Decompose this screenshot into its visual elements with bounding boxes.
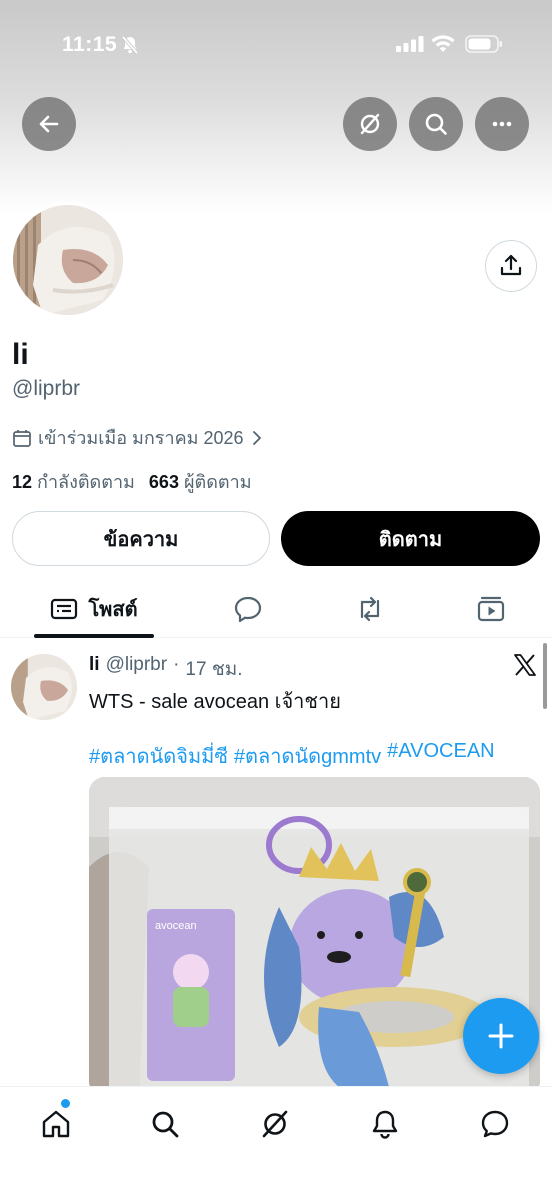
x-logo-icon <box>514 654 536 676</box>
silent-mode-icon <box>120 35 140 60</box>
nav-notifications[interactable] <box>365 1104 405 1144</box>
messages-icon <box>481 1110 509 1138</box>
post-time: 17 ชม. <box>185 659 243 680</box>
post-author-name[interactable]: li <box>89 654 100 684</box>
nav-grok[interactable] <box>255 1104 295 1144</box>
media-icon <box>477 596 505 622</box>
profile-avatar[interactable] <box>10 202 126 318</box>
plus-icon <box>488 1023 514 1049</box>
arrow-left-icon <box>39 115 59 133</box>
battery-icon <box>465 35 503 58</box>
more-horizontal-icon <box>492 121 512 127</box>
scrollbar[interactable] <box>543 643 547 709</box>
back-button[interactable] <box>22 97 76 151</box>
post-author-handle[interactable]: @liprbr <box>106 654 168 684</box>
hashtag-link[interactable]: #AVOCEAN <box>387 740 494 772</box>
post-header: li @liprbr · 17 ชม. <box>89 654 243 684</box>
joined-date[interactable]: เข้าร่วมเมือ มกราคม 2026 <box>12 423 264 452</box>
nav-messages[interactable] <box>475 1104 515 1144</box>
replies-icon <box>234 596 262 623</box>
status-time: 11:15 <box>62 33 118 56</box>
calendar-icon <box>13 429 31 447</box>
cellular-signal-icon <box>396 36 424 57</box>
followers-label: ผู้ติดตาม <box>183 472 252 492</box>
tab-reposts[interactable] <box>340 580 400 638</box>
card-label: avocean <box>155 920 197 932</box>
more-options-button[interactable] <box>475 97 529 151</box>
hashtag-link[interactable]: #ตลาดนัดgmmtv <box>234 740 381 772</box>
follow-stats: 12 กำลังติดตาม 663 ผู้ติดตาม <box>12 467 252 496</box>
grok-icon <box>360 113 380 135</box>
profile-display-name: li <box>12 338 29 371</box>
post-separator: · <box>173 654 180 675</box>
follow-button[interactable]: ติดตาม <box>281 511 540 566</box>
profile-handle: @liprbr <box>12 377 80 400</box>
home-icon <box>42 1110 70 1138</box>
nav-search[interactable] <box>145 1104 185 1144</box>
post-author-avatar[interactable] <box>11 654 77 720</box>
following-label: กำลังติดตาม <box>37 472 135 492</box>
reposts-icon <box>360 596 380 622</box>
tab-media[interactable] <box>461 580 521 638</box>
search-icon <box>152 1111 179 1138</box>
followers-link[interactable]: 663 ผู้ติดตาม <box>149 467 252 496</box>
status-bar: 11:15 <box>0 0 552 90</box>
tab-posts[interactable]: โพสต์ <box>34 580 154 638</box>
notifications-icon <box>372 1110 398 1139</box>
following-link[interactable]: 12 กำลังติดตาม <box>12 467 135 496</box>
share-icon <box>500 254 522 276</box>
profile-tabs: โพสต์ <box>0 580 552 638</box>
hashtag-link[interactable]: #ตลาดนัดจิมมี่ซี <box>89 740 228 772</box>
grok-button[interactable] <box>343 97 397 151</box>
followers-count: 663 <box>148 472 179 492</box>
wifi-icon <box>431 35 455 58</box>
compose-post-button[interactable] <box>463 998 539 1074</box>
post-hashtags: #ตลาดนัดจิมมี่ซี #ตลาดนัดgmmtv #AVOCEAN <box>89 740 495 772</box>
tab-replies[interactable] <box>218 580 278 638</box>
tab-posts-label: โพสต์ <box>88 599 138 621</box>
message-button[interactable]: ข้อความ <box>12 511 270 566</box>
nav-home[interactable] <box>36 1104 76 1144</box>
joined-text: เข้าร่วมเมือ มกราคม 2026 <box>38 428 244 448</box>
grok-icon <box>262 1110 288 1138</box>
following-count: 12 <box>12 472 33 492</box>
home-notification-dot <box>61 1099 70 1108</box>
search-icon <box>425 113 447 135</box>
post-text: WTS - sale avocean เจ้าชาย <box>89 691 341 713</box>
search-button[interactable] <box>409 97 463 151</box>
bottom-navigation <box>0 1086 552 1200</box>
chevron-right-icon <box>252 430 261 445</box>
posts-icon <box>51 598 78 620</box>
share-button[interactable] <box>485 240 537 292</box>
